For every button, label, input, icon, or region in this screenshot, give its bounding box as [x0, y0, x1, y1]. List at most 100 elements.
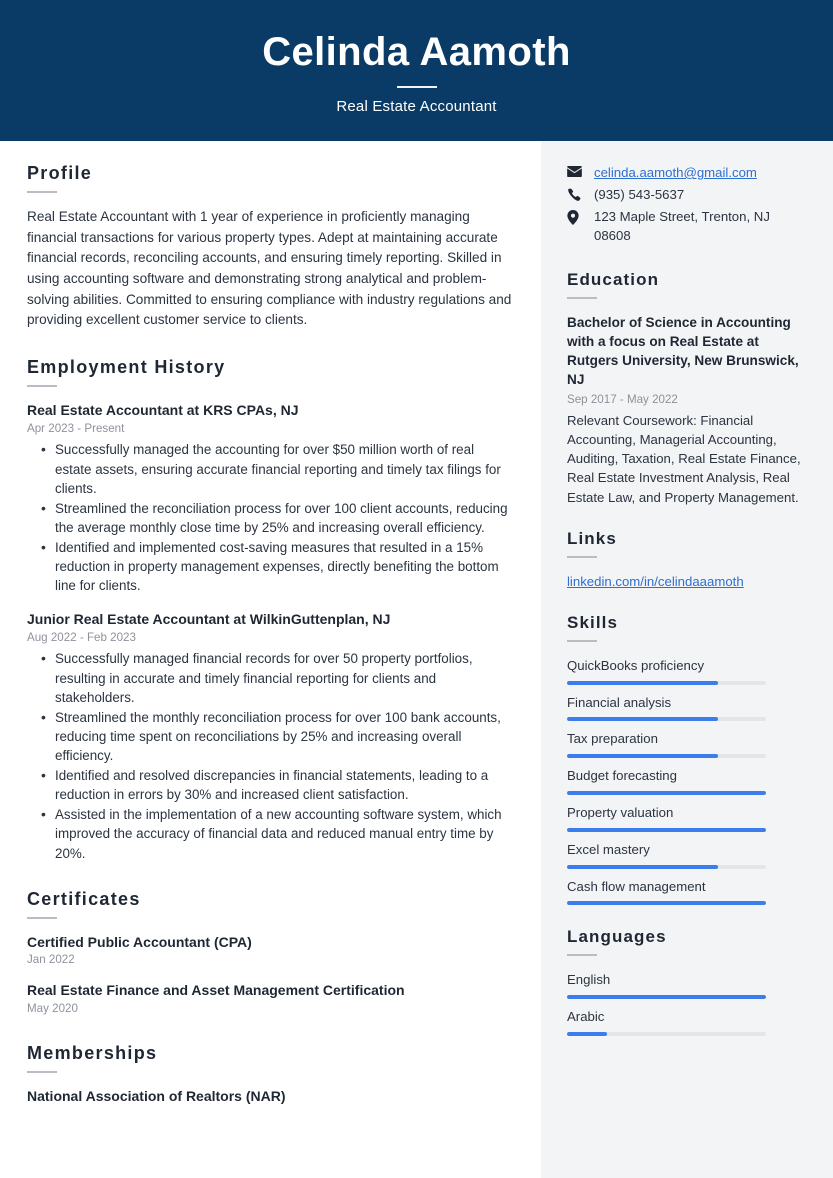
education-description: Relevant Coursework: Financial Accountin… [567, 412, 801, 505]
job-bullet: Successfully managed the accounting for … [41, 439, 513, 498]
skill-item: Cash flow management [567, 877, 807, 906]
resume-header: Celinda Aamoth Real Estate Accountant [0, 0, 833, 141]
skill-item: Excel mastery [567, 840, 807, 869]
skill-bar-fill [567, 827, 766, 832]
employment-entry: Junior Real Estate Accountant at WilkinG… [27, 610, 513, 863]
skill-label: Property valuation [567, 805, 674, 820]
employment-history-heading: Employment History [27, 356, 226, 377]
certificate-title: Real Estate Finance and Asset Management… [27, 982, 405, 999]
language-bar-track [567, 995, 766, 1000]
profile-heading: Profile [27, 163, 93, 183]
skill-item: Property valuation [567, 803, 807, 832]
links-heading: Links [567, 528, 617, 548]
profile-text: Real Estate Accountant with 1 year of ex… [27, 209, 512, 328]
resume-page: Celinda Aamoth Real Estate Accountant Pr… [0, 0, 833, 1178]
skill-bar-fill [567, 901, 766, 906]
envelope-icon [567, 163, 585, 177]
certificates-heading: Certificates [27, 889, 141, 910]
contact-address: 123 Maple Street, Trenton, NJ 08608 [567, 207, 807, 245]
job-bullet: Streamlined the reconciliation process f… [41, 498, 513, 538]
heading-underline [27, 191, 57, 193]
skill-label: Tax preparation [567, 731, 658, 747]
certificate-entry: Real Estate Finance and Asset Management… [27, 981, 513, 1016]
heading-underline [27, 384, 57, 387]
skill-label: Excel mastery [567, 841, 650, 857]
job-bullet: Assisted in the implementation of a new … [41, 804, 513, 863]
skill-bar-track [567, 680, 766, 685]
education-heading: Education [567, 269, 660, 289]
skill-bar-fill [567, 717, 719, 722]
section-memberships: Memberships National Association of Real… [27, 1043, 513, 1105]
resume-body: Profile Real Estate Accountant with 1 ye… [0, 141, 833, 1178]
section-employment-history: Employment History Real Estate Accountan… [27, 357, 513, 863]
language-label: English [567, 972, 611, 988]
heading-underline [567, 555, 597, 558]
job-title: Real Estate Accountant at KRS CPAs, NJ [27, 401, 299, 418]
heading-underline [27, 917, 57, 920]
contact-list: celinda.aamoth@gmail.com (935) 543-5637 [567, 163, 807, 246]
certificate-date: Jan 2022 [27, 953, 75, 967]
section-certificates: Certificates Certified Public Accountant… [27, 889, 513, 1017]
heading-underline [567, 954, 597, 957]
certificate-entry: Certified Public Accountant (CPA) Jan 20… [27, 933, 513, 968]
education-dates: Sep 2017 - May 2022 [567, 392, 678, 406]
job-bullet: Identified and resolved discrepancies in… [41, 765, 513, 805]
membership-title: National Association of Realtors (NAR) [27, 1087, 286, 1104]
skill-item: QuickBooks proficiency [567, 656, 807, 685]
contact-email-value[interactable]: celinda.aamoth@gmail.com [594, 163, 807, 182]
job-title: Junior Real Estate Accountant at WilkinG… [27, 610, 391, 627]
skill-bar-fill [567, 680, 719, 685]
section-profile: Profile Real Estate Accountant with 1 ye… [27, 163, 513, 331]
language-label: Arabic [567, 1009, 605, 1025]
language-bar-fill [567, 995, 766, 1000]
linkedin-link[interactable]: linkedin.com/in/celindaaamoth [567, 574, 744, 589]
candidate-name: Celinda Aamoth [262, 30, 571, 75]
skill-bar-fill [567, 754, 719, 759]
heading-underline [567, 296, 597, 299]
languages-heading: Languages [567, 927, 667, 947]
skill-label: Financial analysis [567, 694, 672, 710]
skill-bar-track [567, 791, 766, 795]
phone-icon [567, 185, 585, 202]
skill-item: Budget forecasting [567, 766, 807, 795]
language-item: Arabic [567, 1007, 807, 1036]
email-link[interactable]: celinda.aamoth@gmail.com [594, 165, 757, 180]
section-skills: Skills QuickBooks proficiency Financial … [567, 613, 807, 906]
language-bar-track [567, 1031, 766, 1036]
job-bullet: Successfully managed financial records f… [41, 648, 513, 707]
section-education: Education Bachelor of Science in Account… [567, 270, 807, 507]
job-dates: Aug 2022 - Feb 2023 [27, 631, 136, 645]
skill-bar-track [567, 827, 766, 832]
main-column: Profile Real Estate Accountant with 1 ye… [0, 141, 541, 1178]
contact-phone-value: (935) 543-5637 [594, 187, 685, 203]
education-degree: Bachelor of Science in Accounting with a… [567, 314, 799, 388]
certificate-title: Certified Public Accountant (CPA) [27, 934, 252, 951]
heading-underline [567, 639, 597, 642]
link-row[interactable]: linkedin.com/in/celindaaamoth [567, 572, 807, 591]
skill-bar-fill [567, 864, 719, 869]
candidate-job-title: Real Estate Accountant [336, 97, 497, 115]
skill-bar-track [567, 864, 766, 869]
job-bullet-list: Successfully managed the accounting for … [27, 439, 513, 596]
heading-underline [27, 1070, 57, 1073]
skill-item: Tax preparation [567, 729, 807, 759]
skill-bar-track [567, 754, 766, 759]
job-bullet: Streamlined the monthly reconciliation p… [41, 707, 513, 766]
sidebar-column: celinda.aamoth@gmail.com (935) 543-5637 [541, 141, 833, 1178]
contact-address-value: 123 Maple Street, Trenton, NJ 08608 [594, 209, 770, 244]
memberships-heading: Memberships [27, 1042, 158, 1063]
skill-label: Cash flow management [567, 878, 706, 894]
skill-bar-track [567, 901, 766, 906]
employment-entry: Real Estate Accountant at KRS CPAs, NJ A… [27, 401, 513, 596]
language-item: English [567, 970, 807, 1000]
skill-bar-track [567, 717, 766, 722]
language-bar-fill [567, 1031, 607, 1036]
job-bullet: Identified and implemented cost-saving m… [41, 537, 513, 596]
skills-heading: Skills [567, 612, 619, 632]
skill-item: Financial analysis [567, 693, 807, 722]
section-languages: Languages English Arabic [567, 927, 807, 1036]
job-bullet-list: Successfully managed financial records f… [27, 648, 513, 863]
contact-email: celinda.aamoth@gmail.com [567, 163, 807, 182]
skill-label: QuickBooks proficiency [567, 657, 705, 673]
job-dates: Apr 2023 - Present [27, 422, 125, 436]
